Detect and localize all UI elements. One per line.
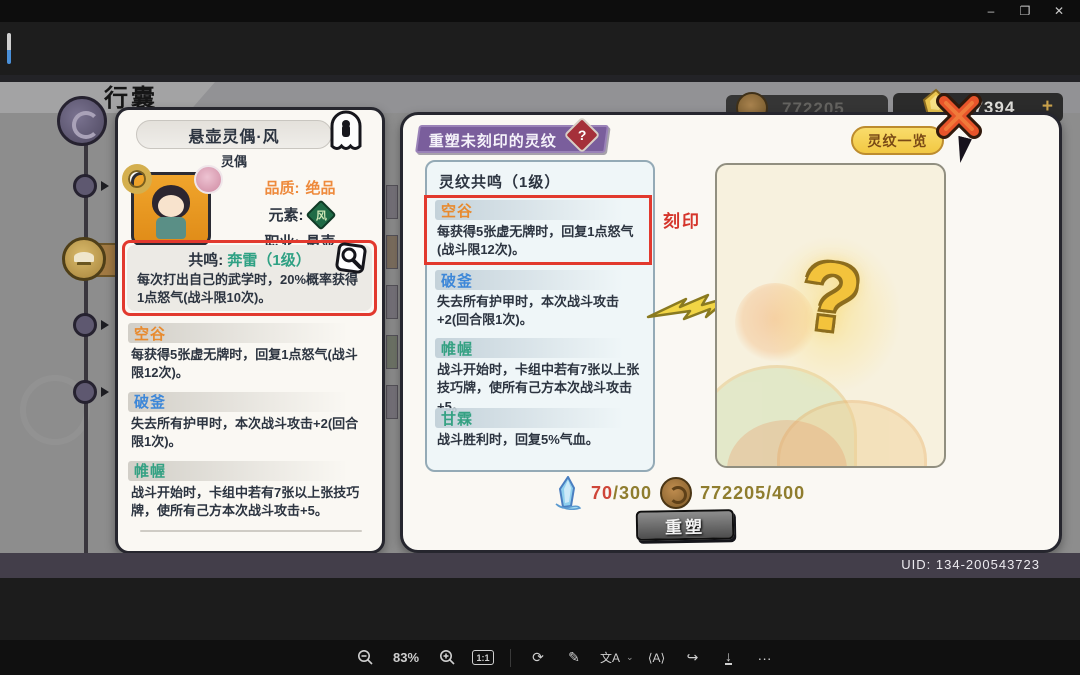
rotate-button[interactable]: ⟳: [525, 647, 551, 669]
reshape-button[interactable]: 重塑: [636, 509, 735, 541]
attribute-quality: 品质: 绝品: [222, 174, 378, 201]
track-node[interactable]: [73, 313, 97, 337]
track-arrow-icon: [101, 181, 114, 191]
crystal-icon: [553, 476, 583, 510]
runes-panel-title: 灵纹共鸣（1级）: [439, 171, 560, 192]
track-node[interactable]: [73, 380, 97, 404]
ability-name: 帷幄: [134, 460, 166, 481]
ability-name: 破釜: [134, 391, 166, 412]
zoom-in-button[interactable]: [434, 647, 460, 669]
ability-desc: 失去所有护甲时，本次战斗攻击+2(回合限1次)。: [131, 415, 369, 452]
ability-item: 破釜 失去所有护甲时，本次战斗攻击+2(回合限1次)。: [128, 392, 378, 452]
zoom-out-button[interactable]: [352, 647, 378, 669]
text-actions-button[interactable]: 文A: [597, 647, 623, 669]
dialog-title: 重塑未刻印的灵纹: [429, 130, 557, 151]
ability-desc: 每获得5张虚无牌时，回复1点怒气(战斗限12次)。: [131, 346, 369, 383]
cost-row: 70/300 772205/400: [553, 475, 805, 511]
rune-item[interactable]: 帷幄 战斗开始时，卡组中若有7张以上张技巧牌，使所有己方本次战斗攻击+5。: [435, 338, 649, 416]
avatar-body: [156, 217, 186, 239]
quality-label: 品质:: [264, 177, 299, 198]
photos-toolbar: 83% 1:1 ⟳ ✎ 文A ⌄ ⟨A⟩ ↪ ↓ ···: [0, 640, 1080, 675]
zoom-level-label[interactable]: 83%: [388, 647, 424, 669]
actual-size-button[interactable]: 1:1: [470, 647, 496, 669]
avatar-face: [158, 195, 184, 217]
wind-element-icon: 风: [305, 199, 336, 230]
track-arrow-icon: [101, 387, 114, 397]
edit-button[interactable]: ✎: [561, 647, 587, 669]
more-options-button[interactable]: ···: [752, 647, 778, 669]
attribute-element: 元素: 风: [222, 201, 378, 228]
puppet-lock-icon[interactable]: [326, 108, 366, 156]
rune-name: 帷幄: [441, 338, 473, 359]
ability-item: 空谷 每获得5张虚无牌时，回复1点怒气(战斗限12次)。: [128, 323, 378, 383]
minimize-button[interactable]: –: [976, 1, 1006, 21]
quality-value: 绝品: [305, 177, 335, 198]
track-node[interactable]: [73, 174, 97, 198]
track-hat-node[interactable]: [62, 237, 106, 281]
magnifier-icon[interactable]: [332, 239, 370, 277]
panel-divider: [140, 530, 362, 532]
track-compass-node[interactable]: [57, 96, 107, 146]
element-label: 元素:: [269, 204, 304, 225]
background-card-sliver: [386, 285, 398, 319]
toolbar-divider: [510, 649, 511, 667]
current-runes-panel: 灵纹共鸣（1级） 空谷 每获得5张虚无牌时，回复1点怒气(战斗限12次)。 破釜…: [425, 160, 655, 472]
ability-item: 帷幄 战斗开始时，卡组中若有7张以上张技巧牌，使所有己方本次战斗攻击+5。: [128, 461, 378, 521]
background-card-sliver: [386, 185, 398, 219]
rune-name: 甘霖: [441, 408, 473, 429]
ring-badge-icon: [122, 164, 152, 194]
photos-app-window: – ❐ ✕ 行囊 772205: [0, 0, 1080, 675]
dialog-close-button[interactable]: [930, 87, 988, 145]
rune-name: 破釜: [441, 270, 473, 291]
coin-cost: 772205/400: [700, 483, 805, 504]
puppet-name-pill: 悬壶灵偶·风: [136, 120, 332, 149]
game-footer-band: UID: 134-200543723: [0, 553, 1080, 578]
ocr-button[interactable]: ⟨A⟩: [644, 647, 670, 669]
game-screenshot: 行囊 772205 47394 +: [0, 75, 1080, 578]
close-button[interactable]: ✕: [1044, 1, 1074, 21]
track-arrow-icon: [101, 320, 114, 330]
chevron-down-icon[interactable]: ⌄: [626, 652, 634, 663]
ability-name: 空谷: [134, 323, 166, 344]
background-card-sliver: [386, 385, 398, 419]
crystal-cost: 70/300: [591, 483, 652, 504]
restore-button[interactable]: ❐: [1010, 1, 1040, 21]
puppet-type-label: 灵偶: [136, 151, 332, 170]
app-header-strip: [0, 22, 1080, 75]
puppet-detail-panel: 悬壶灵偶·风 灵偶 品质: 绝品 元素:: [115, 107, 385, 554]
rune-item[interactable]: 甘霖 战斗胜利时，回复5%气血。: [435, 408, 649, 449]
share-button[interactable]: ↪: [680, 647, 706, 669]
mystery-result-card: ?: [715, 163, 946, 468]
ability-desc: 战斗开始时，卡组中若有7张以上张技巧牌，使所有己方本次战斗攻击+5。: [131, 484, 369, 521]
puppet-ability-list: 空谷 每获得5张虚无牌时，回复1点怒气(战斗限12次)。 破釜 失去所有护甲时，…: [128, 323, 378, 530]
coin-icon: [660, 477, 692, 509]
selected-rune-highlight-box: [424, 195, 652, 265]
window-titlebar: – ❐ ✕: [0, 0, 1080, 22]
rune-item[interactable]: 破釜 失去所有护甲时，本次战斗攻击+2(回合限1次)。: [435, 270, 649, 330]
uid-label: UID: 134-200543723: [901, 557, 1040, 572]
background-card-sliver: [386, 335, 398, 369]
reshape-dialog-panel: 重塑未刻印的灵纹 ? 灵纹一览 灵纹共鸣（1级） 空谷 每获得5张虚无牌时，回复…: [400, 112, 1062, 553]
game-top-strip: [0, 75, 1080, 82]
rune-desc: 战斗胜利时，回复5%气血。: [437, 431, 649, 449]
scroll-indicator[interactable]: [7, 33, 11, 64]
flower-badge-icon: [194, 165, 223, 194]
background-card-sliver: [386, 235, 398, 269]
imprint-annotation: 刻印: [663, 207, 701, 232]
save-button[interactable]: ↓: [716, 647, 742, 669]
rune-desc: 失去所有护甲时，本次战斗攻击+2(回合限1次)。: [437, 293, 649, 330]
